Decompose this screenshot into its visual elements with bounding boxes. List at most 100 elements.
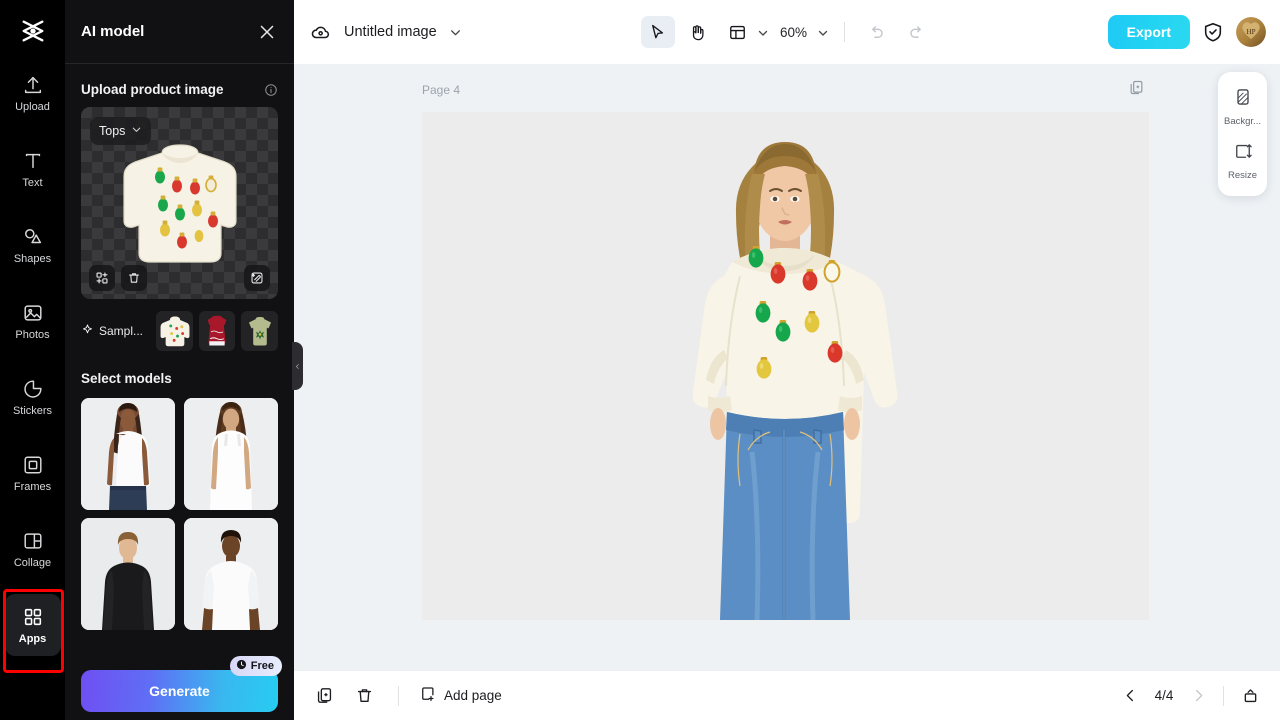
document-info: Untitled image (310, 21, 462, 43)
model-card-female-tanktop[interactable] (184, 398, 278, 510)
toolbar-divider (844, 22, 846, 42)
sidebar-item-label: Frames (13, 480, 52, 493)
shield-check-icon[interactable] (1202, 21, 1224, 43)
apps-grid-icon (22, 606, 44, 628)
panel-header: AI model (65, 0, 294, 64)
sample-label-group: Sampl... (81, 323, 150, 339)
prev-page-button[interactable] (1117, 683, 1143, 709)
svg-text:HP: HP (1247, 28, 1256, 36)
page-navigation: 4/4 (1117, 682, 1264, 710)
info-icon[interactable] (264, 83, 278, 97)
rail-item-list: Upload Text Shapes Photos Stickers Frame… (0, 62, 65, 670)
add-page-label: Add page (444, 688, 502, 703)
cloud-saved-icon[interactable] (310, 21, 332, 43)
top-toolbar: Untitled image 60% Export HP (294, 0, 1280, 64)
sample-thumb-sweater[interactable] (156, 311, 193, 351)
redo-icon[interactable] (899, 16, 933, 48)
page-artwork[interactable] (422, 112, 1149, 620)
upload-section-title: Upload product image (81, 82, 224, 97)
document-title[interactable]: Untitled image (344, 24, 437, 40)
sidebar-item-label: Collage (13, 556, 52, 569)
category-dropdown[interactable]: Tops (90, 117, 152, 145)
canvas-area[interactable]: Page 4 Backgr... Resize (294, 64, 1280, 670)
free-badge-label: Free (250, 660, 274, 672)
undo-icon[interactable] (859, 16, 893, 48)
sidebar-item-label: Upload (15, 100, 50, 113)
chevron-down-icon (131, 124, 142, 138)
chevron-down-icon[interactable] (817, 26, 830, 39)
sidebar-item-frames[interactable]: Frames (5, 442, 61, 504)
background-icon (1233, 87, 1253, 112)
sidebar-item-apps[interactable]: Apps (4, 594, 61, 656)
sample-label: Sampl... (99, 324, 144, 338)
page-indicator: 4/4 (1154, 688, 1174, 703)
category-value: Tops (99, 124, 126, 138)
bottom-divider-2 (1223, 685, 1224, 706)
user-avatar[interactable]: HP (1236, 17, 1266, 47)
generate-area: Free Generate (81, 656, 282, 712)
sample-thumb-tshirt[interactable] (241, 311, 278, 351)
sidebar-item-photos[interactable]: Photos (5, 290, 61, 352)
text-icon (22, 150, 44, 172)
add-page-icon (419, 685, 437, 706)
zoom-level-value[interactable]: 60% (776, 25, 807, 40)
top-right-group: Export HP (1107, 15, 1266, 49)
export-button[interactable]: Export (1107, 15, 1190, 49)
chevron-down-icon[interactable] (449, 26, 462, 39)
layout-tool[interactable] (721, 16, 755, 48)
upload-icon (22, 74, 44, 96)
sidebar-item-label: Text (22, 176, 43, 189)
duplicate-page-icon[interactable] (1128, 79, 1145, 96)
models-section-title: Select models (81, 371, 172, 386)
bottom-toolbar: Add page 4/4 (294, 670, 1280, 720)
sidebar-item-collage[interactable]: Collage (5, 518, 61, 580)
hand-tool[interactable] (681, 16, 715, 48)
add-page-button[interactable]: Add page (419, 685, 502, 706)
pages-panel-icon[interactable] (1236, 682, 1264, 710)
close-icon[interactable] (256, 21, 278, 43)
photos-icon (22, 302, 44, 324)
bottom-divider (398, 685, 399, 706)
model-card-male-black-longsleeve[interactable] (81, 518, 175, 630)
upload-section-header: Upload product image (81, 64, 278, 107)
chevron-down-icon[interactable] (757, 26, 770, 39)
next-page-button[interactable] (1185, 683, 1211, 709)
sidebar-item-stickers[interactable]: Stickers (5, 366, 61, 428)
left-rail: Upload Text Shapes Photos Stickers Frame… (0, 0, 65, 720)
clock-icon (236, 659, 247, 673)
ai-model-panel: AI model Upload product image Tops Sampl… (65, 0, 303, 720)
main-area: Untitled image 60% Export HP Page 4 Back… (294, 0, 1280, 720)
shapes-icon (22, 226, 44, 248)
model-grid (81, 398, 278, 630)
panel-collapse-handle[interactable] (292, 342, 303, 390)
sparkle-icon (81, 323, 94, 339)
duplicate-icon[interactable] (310, 682, 338, 710)
sample-thumb-dress[interactable] (198, 311, 236, 351)
delete-icon[interactable] (121, 265, 147, 291)
crop-icon[interactable] (89, 265, 115, 291)
resize-tool[interactable]: Resize (1218, 134, 1267, 188)
floating-tools-panel: Backgr... Resize (1218, 72, 1267, 196)
model-card-female-mockneck[interactable] (81, 398, 175, 510)
product-image-preview[interactable]: Tops (81, 107, 278, 299)
resize-icon (1233, 141, 1253, 166)
sample-row: Sampl... (81, 311, 278, 351)
background-tool[interactable]: Backgr... (1218, 80, 1267, 134)
model-card-male-white-tshirt[interactable] (184, 518, 278, 630)
sidebar-item-upload[interactable]: Upload (5, 62, 61, 124)
sidebar-item-label: Stickers (12, 404, 53, 417)
sidebar-item-text[interactable]: Text (5, 138, 61, 200)
sidebar-item-shapes[interactable]: Shapes (5, 214, 61, 276)
magic-erase-icon[interactable] (244, 265, 270, 291)
page-label: Page 4 (422, 83, 461, 97)
trash-icon[interactable] (350, 682, 378, 710)
capcut-logo-icon[interactable] (0, 0, 65, 62)
sidebar-item-label: Apps (18, 632, 47, 645)
select-tool[interactable] (640, 16, 675, 48)
sidebar-item-label: Shapes (13, 252, 52, 265)
generate-button[interactable]: Generate (81, 670, 278, 712)
capcut-editor: Upload Text Shapes Photos Stickers Frame… (0, 0, 1280, 720)
sidebar-item-label: Photos (15, 328, 50, 341)
frames-icon (22, 454, 44, 476)
stickers-icon (22, 378, 44, 400)
